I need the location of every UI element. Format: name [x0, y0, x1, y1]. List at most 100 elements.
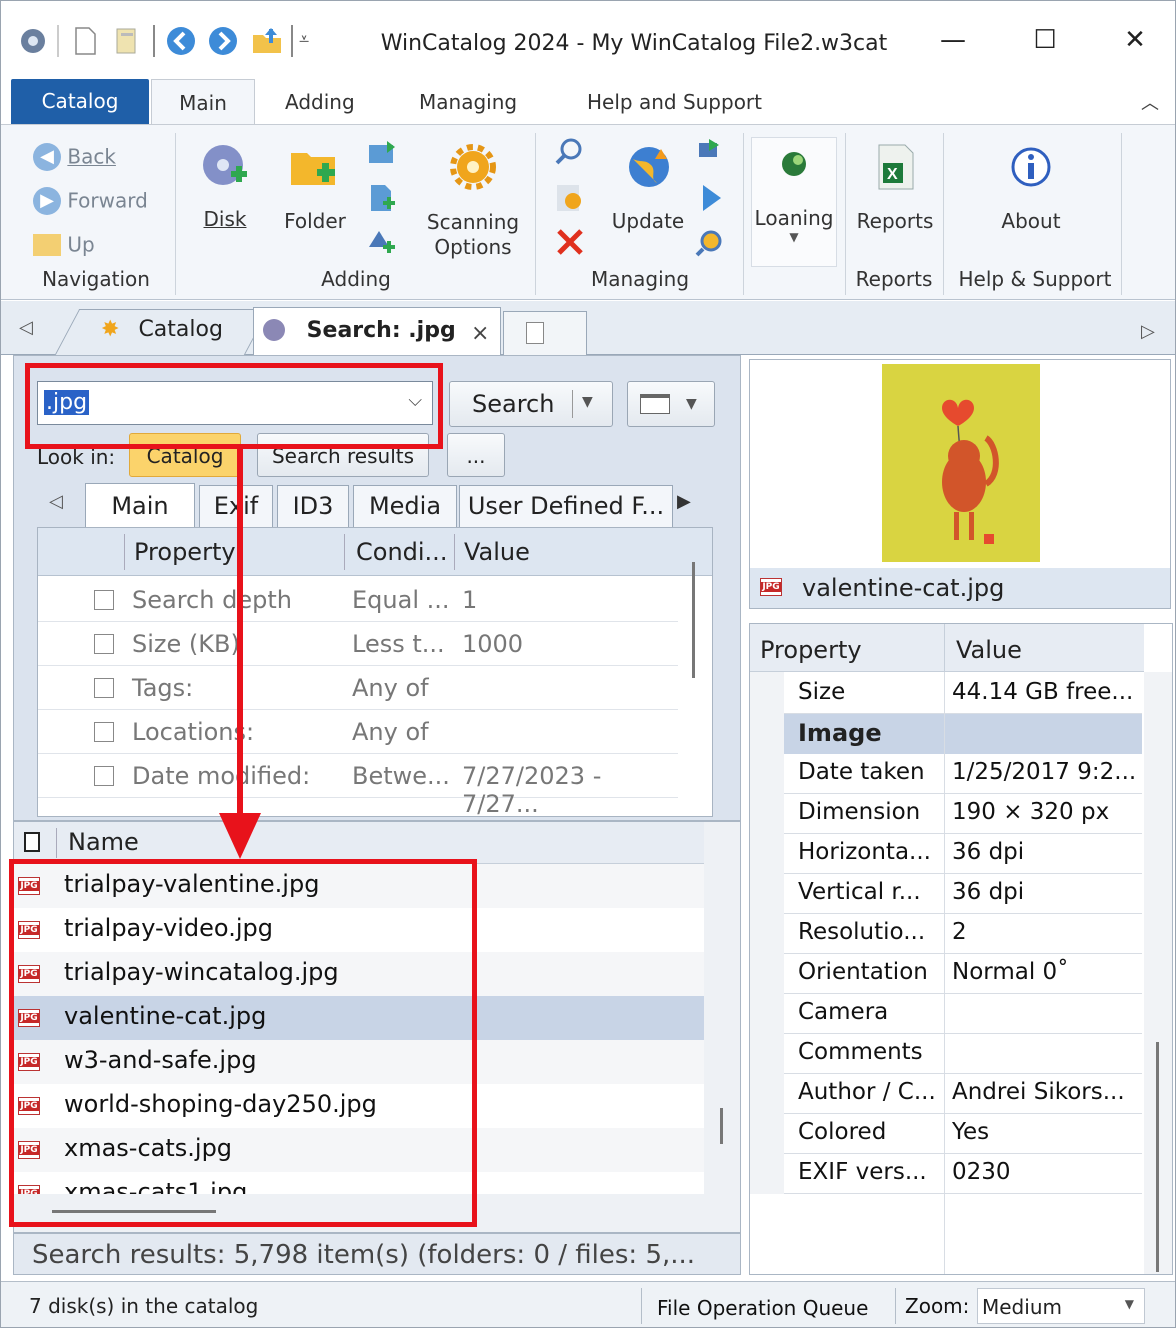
property-row[interactable]: Orientation Normal 0˚ [750, 954, 1142, 994]
subtab-exif[interactable]: Exif [199, 485, 273, 527]
properties-header-property[interactable]: Property [760, 636, 862, 664]
loaning-button[interactable]: Loaning ▼ [751, 137, 837, 267]
property-row[interactable]: Camera [750, 994, 1142, 1034]
vertical-scrollbar[interactable] [704, 822, 740, 1232]
group-label-help-support: Help & Support [958, 267, 1112, 291]
criteria-header-condition[interactable]: Condi... [356, 538, 447, 566]
svg-text:X: X [887, 166, 898, 183]
property-row[interactable]: Comments [750, 1034, 1142, 1074]
update-button[interactable]: Update [603, 141, 693, 261]
subtab-main[interactable]: Main [85, 483, 195, 527]
tab-help-and-support[interactable]: Help and Support [573, 79, 776, 125]
minimize-button[interactable]: — [923, 15, 983, 65]
reports-button[interactable]: X Reports [851, 141, 939, 261]
excel-report-icon: X [878, 144, 914, 190]
criteria-checkbox[interactable] [94, 634, 114, 654]
tab-adding[interactable]: Adding [271, 79, 369, 125]
property-row[interactable]: Horizonta... 36 dpi [750, 834, 1142, 874]
criteria-checkbox[interactable] [94, 678, 114, 698]
add-files-icon[interactable] [365, 139, 401, 175]
criteria-scrollbar[interactable] [692, 562, 695, 678]
delete-icon[interactable] [553, 225, 587, 259]
find-icon[interactable] [553, 135, 587, 169]
new-tab-icon [526, 322, 544, 344]
up-button[interactable]: Up [33, 225, 95, 261]
property-row[interactable]: Colored Yes [750, 1114, 1142, 1154]
preview-caption: JPG valentine-cat.jpg [750, 568, 1170, 608]
play-icon[interactable] [695, 181, 729, 215]
tab-scroll-right-icon[interactable]: ▷ [1141, 321, 1155, 342]
close-button[interactable]: ✕ [1105, 15, 1165, 65]
criteria-row[interactable]: Tags: Any of [38, 666, 678, 710]
jpg-file-icon: JPG [760, 578, 782, 596]
tab-catalog-doc[interactable]: ✸ Catalog [101, 317, 223, 342]
property-row[interactable]: EXIF vers... 0230 [750, 1154, 1142, 1194]
search-globe-icon[interactable] [695, 225, 729, 259]
properties-gear-icon[interactable] [553, 181, 587, 215]
ribbon-collapse-icon[interactable]: ︿ [1141, 89, 1159, 115]
subtab-id3[interactable]: ID3 [277, 485, 349, 527]
about-button[interactable]: About [981, 141, 1081, 261]
up-folder-small-icon [33, 233, 61, 256]
property-group-image[interactable]: ⊟ Image [750, 714, 1142, 754]
ribbon-separator [1121, 133, 1122, 295]
property-row-size[interactable]: Size 44.14 GB free... [750, 674, 1142, 714]
tab-catalog[interactable]: Catalog [11, 79, 149, 125]
tab-main[interactable]: Main [151, 79, 255, 125]
properties-panel: Property Value Size 44.14 GB free... ⊟ I… [749, 623, 1173, 1275]
tab-close-button[interactable]: × [471, 321, 489, 346]
annotation-arrow-line [237, 449, 243, 817]
property-row[interactable]: Vertical r... 36 dpi [750, 874, 1142, 914]
zoom-dropdown-icon[interactable]: ▼ [1125, 1297, 1134, 1311]
criteria-checkbox[interactable] [94, 590, 114, 610]
criteria-row[interactable]: Search depth Equal ... 1 [38, 578, 678, 622]
subtab-scroll-left-icon[interactable]: ◁ [49, 491, 63, 512]
disk-button[interactable]: Disk [191, 141, 259, 261]
subtab-user-defined[interactable]: User Defined F... [459, 485, 673, 527]
disk-add-icon [203, 145, 247, 185]
preview-panel: JPG valentine-cat.jpg [749, 359, 1171, 609]
criteria-checkbox[interactable] [94, 766, 114, 786]
add-shapes-icon[interactable] [365, 227, 401, 263]
search-dropdown-icon[interactable]: ▼ [582, 394, 593, 410]
maximize-button[interactable]: ☐ [1015, 15, 1075, 65]
back-arrow-icon: ◀ [33, 142, 61, 171]
tab-scroll-left-icon[interactable]: ◁ [19, 317, 33, 338]
subtab-media[interactable]: Media [353, 485, 457, 527]
view-options-button[interactable]: ▼ [627, 381, 715, 427]
criteria-table: Property Condi... Value Search depth Equ… [37, 527, 713, 818]
property-row[interactable]: Dimension 190 × 320 px [750, 794, 1142, 834]
search-button[interactable]: Search ▼ [449, 381, 613, 427]
property-row[interactable]: Date taken 1/25/2017 9:2... [750, 754, 1142, 794]
properties-scrollbar[interactable] [1144, 672, 1172, 1274]
tab-search-doc[interactable]: Search: .jpg [263, 317, 456, 343]
tab-managing[interactable]: Managing [405, 79, 531, 125]
zoom-select[interactable]: Medium ▼ [977, 1288, 1145, 1324]
sync-icon[interactable] [695, 135, 729, 169]
more-options-button[interactable]: ... [447, 433, 505, 477]
scanning-options-button[interactable]: Scanning Options [421, 141, 525, 265]
forward-button[interactable]: ▶ Forward [33, 181, 148, 217]
criteria-header-value[interactable]: Value [464, 538, 530, 566]
file-type-header-icon[interactable] [24, 832, 40, 852]
view-window-icon [640, 394, 670, 414]
criteria-row[interactable]: Size (KB) Less t... 1000 [38, 622, 678, 666]
subtab-scroll-right-icon[interactable]: ▶ [677, 491, 691, 512]
view-dropdown-icon[interactable]: ▼ [686, 396, 697, 412]
name-column-header[interactable]: Name [68, 828, 139, 856]
tab-new[interactable] [503, 311, 587, 355]
folder-button[interactable]: Folder [277, 141, 353, 261]
add-document-icon[interactable] [365, 183, 401, 219]
back-button[interactable]: ◀ Back [33, 137, 116, 173]
criteria-header-property[interactable]: Property [134, 538, 236, 566]
loaning-icon [782, 152, 806, 176]
file-operation-queue-button[interactable]: File Operation Queue [657, 1296, 868, 1320]
criteria-row[interactable]: Locations: Any of [38, 710, 678, 754]
criteria-row[interactable]: Date modified: Betwe... 7/27/2023 - 7/27… [38, 754, 678, 818]
property-row[interactable]: Resolutio... 2 [750, 914, 1142, 954]
disk-count-status: 7 disk(s) in the catalog [29, 1294, 259, 1318]
criteria-checkbox[interactable] [94, 722, 114, 742]
properties-header-value[interactable]: Value [956, 636, 1022, 664]
preview-image [882, 364, 1040, 562]
property-row[interactable]: Author / C... Andrei Sikors... [750, 1074, 1142, 1114]
